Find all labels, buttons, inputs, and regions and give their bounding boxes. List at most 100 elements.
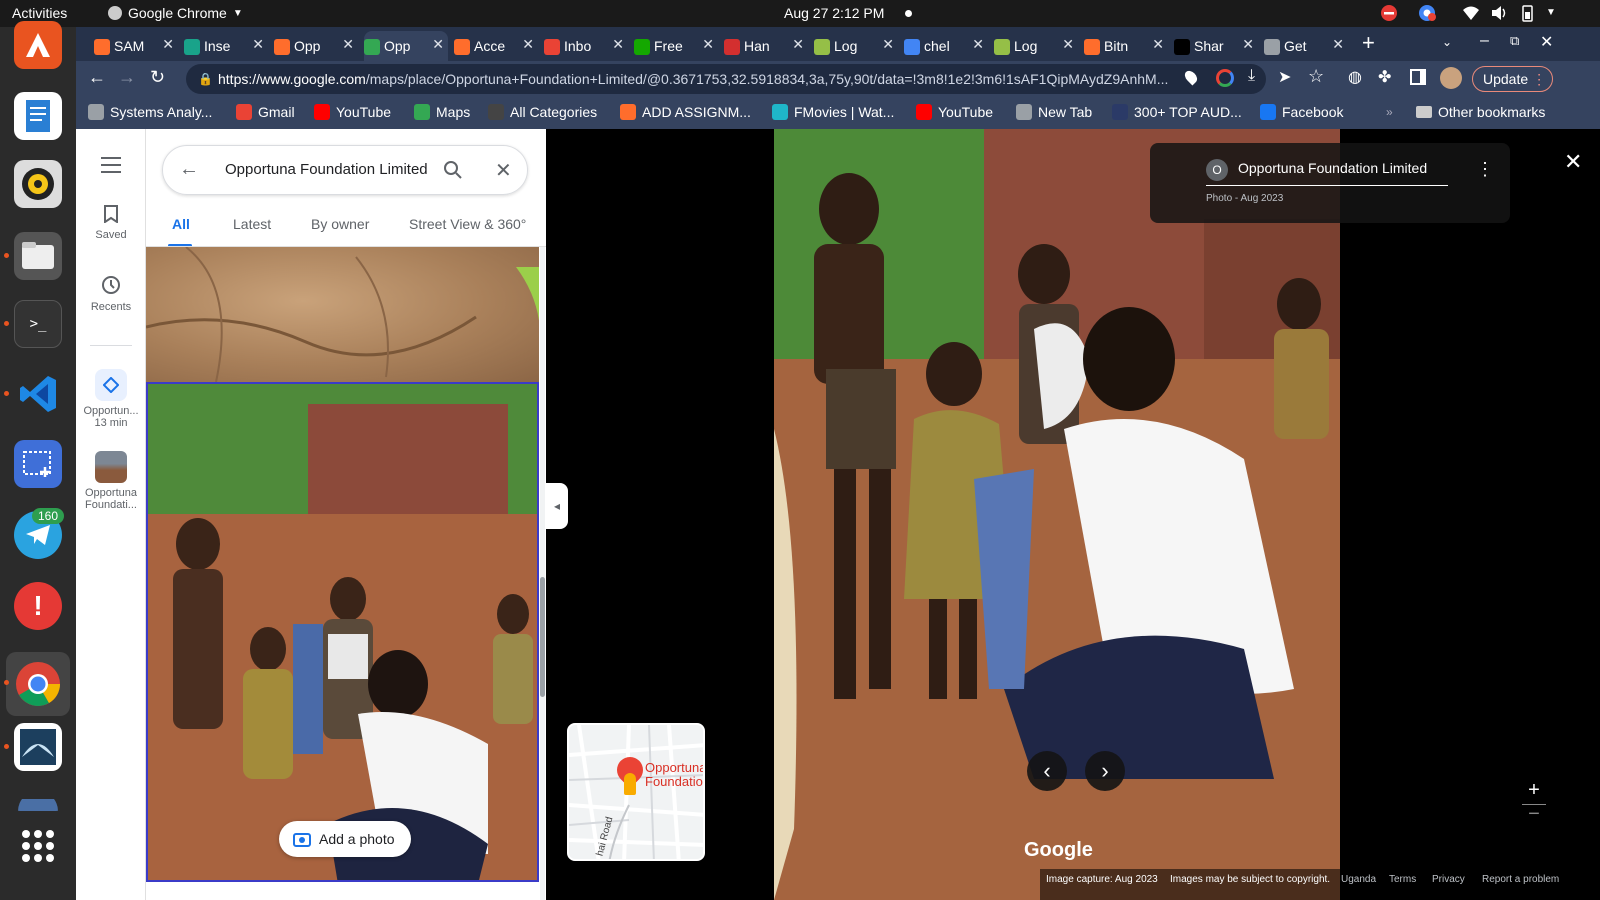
clock[interactable]: Aug 27 2:12 PM <box>784 5 884 21</box>
new-tab-plus-icon[interactable]: + <box>1362 30 1375 56</box>
next-photo-button[interactable]: › <box>1085 751 1125 791</box>
volume-icon[interactable] <box>1490 4 1508 22</box>
close-viewer-icon[interactable]: ✕ <box>1564 149 1582 175</box>
close-tab-icon[interactable]: ✕ <box>792 36 804 53</box>
minimap[interactable]: Opportuna Foundatio hai Road <box>567 723 705 861</box>
back-arrow-icon[interactable]: ← <box>88 67 106 88</box>
forward-arrow-icon[interactable]: → <box>118 67 136 88</box>
recent-place-1[interactable]: Opportun... 13 min <box>76 369 146 429</box>
do-not-disturb-icon[interactable] <box>1380 4 1398 22</box>
bookmark-item[interactable]: FMovies | Wat... <box>772 104 894 120</box>
browser-tab[interactable]: Bitn ✕ <box>1084 31 1168 61</box>
zoom-out-icon[interactable]: − <box>1522 804 1546 824</box>
vscode-icon[interactable] <box>14 370 62 418</box>
browser-tab[interactable]: Opp ✕ <box>364 31 448 61</box>
previous-photo-button[interactable]: ‹ <box>1027 751 1067 791</box>
footer-link-uganda[interactable]: Uganda <box>1341 874 1376 885</box>
menu-hamburger-icon[interactable] <box>101 157 121 173</box>
close-tab-icon[interactable]: ✕ <box>522 36 534 53</box>
browser-tab[interactable]: Inbo ✕ <box>544 31 628 61</box>
browser-tab[interactable]: Log ✕ <box>994 31 1078 61</box>
install-app-icon[interactable]: ⤓ <box>1248 67 1255 85</box>
browser-tab[interactable]: Free ✕ <box>634 31 718 61</box>
gimp-icon[interactable] <box>14 723 62 771</box>
alert-app-icon[interactable]: ! <box>14 582 62 630</box>
tab-latest[interactable]: Latest <box>233 216 271 232</box>
browser-tab[interactable]: Acce ✕ <box>454 31 538 61</box>
minimize-icon[interactable]: – <box>1480 32 1489 50</box>
browser-tab[interactable]: Shar ✕ <box>1174 31 1258 61</box>
close-tab-icon[interactable]: ✕ <box>1242 36 1254 53</box>
show-applications-icon[interactable] <box>14 822 62 870</box>
photo-thumbnail-selected[interactable]: Add a photo <box>146 382 539 882</box>
tab-street-view[interactable]: Street View & 360° <box>409 216 526 232</box>
other-bookmarks[interactable]: Other bookmarks <box>1416 104 1545 120</box>
scrollbar-thumb[interactable] <box>540 577 545 697</box>
software-center-icon[interactable] <box>14 21 62 69</box>
bookmark-item[interactable]: Gmail <box>236 104 295 120</box>
browser-tab[interactable]: Get ✕ <box>1264 31 1348 61</box>
footer-link-terms[interactable]: Terms <box>1389 874 1416 885</box>
app-menu[interactable]: Google Chrome ▼ <box>108 5 243 21</box>
address-bar[interactable]: 🔒 https://www.google.com/maps/place/Oppo… <box>186 64 1266 94</box>
close-tab-icon[interactable]: ✕ <box>1332 36 1344 53</box>
side-panel-icon[interactable] <box>1410 69 1426 85</box>
place-title[interactable]: Opportuna Foundation Limited <box>1238 160 1427 176</box>
bookmark-item[interactable]: All Categories <box>488 104 597 120</box>
zoom-in-icon[interactable]: + <box>1522 779 1546 802</box>
tab-all[interactable]: All <box>172 216 190 232</box>
search-icon[interactable] <box>443 160 463 180</box>
bookmark-item[interactable]: Systems Analy... <box>88 104 212 120</box>
system-menu-chevron-icon[interactable]: ▼ <box>1546 7 1564 25</box>
bookmark-item[interactable]: 300+ TOP AUD... <box>1112 104 1242 120</box>
bookmark-item[interactable]: Facebook <box>1260 104 1343 120</box>
close-tab-icon[interactable]: ✕ <box>1062 36 1074 53</box>
maximize-icon[interactable]: ⧉ <box>1510 33 1519 49</box>
bookmark-item[interactable]: ADD ASSIGNM... <box>620 104 751 120</box>
reload-icon[interactable]: ↻ <box>150 67 165 88</box>
share-icon[interactable]: ➤ <box>1278 67 1291 87</box>
text-editor-icon[interactable] <box>14 92 62 140</box>
search-input[interactable]: Opportuna Foundation Limited <box>225 161 428 178</box>
close-window-icon[interactable]: ✕ <box>1540 32 1553 52</box>
search-box[interactable]: ← Opportuna Foundation Limited ✕ <box>162 145 528 195</box>
partial-app-icon[interactable] <box>14 799 62 811</box>
browser-tab[interactable]: chel ✕ <box>904 31 988 61</box>
bookmark-item[interactable]: YouTube <box>916 104 993 120</box>
screenshot-icon[interactable] <box>14 440 62 488</box>
activities-button[interactable]: Activities <box>12 5 67 21</box>
saved-button[interactable]: Saved <box>76 205 146 241</box>
browser-tab[interactable]: Han ✕ <box>724 31 808 61</box>
google-lens-icon[interactable] <box>1216 69 1234 87</box>
chrome-icon[interactable] <box>6 652 70 716</box>
close-tab-icon[interactable]: ✕ <box>342 36 354 53</box>
bookmark-item[interactable]: YouTube <box>314 104 391 120</box>
browser-tab[interactable]: Opp ✕ <box>274 31 358 61</box>
more-options-icon[interactable]: ⋮ <box>1476 159 1494 180</box>
browser-tab[interactable]: Inse ✕ <box>184 31 268 61</box>
close-tab-icon[interactable]: ✕ <box>162 36 174 53</box>
add-photo-button[interactable]: Add a photo <box>279 821 411 857</box>
extensions-puzzle-icon[interactable]: ✤ <box>1378 67 1391 87</box>
bookmark-item[interactable]: New Tab <box>1016 104 1092 120</box>
footer-link-privacy[interactable]: Privacy <box>1432 874 1465 885</box>
collapse-panel-button[interactable]: ◂ <box>546 483 568 529</box>
chrome-tray-icon[interactable] <box>1418 4 1436 22</box>
close-tab-icon[interactable]: ✕ <box>612 36 624 53</box>
recents-button[interactable]: Recents <box>76 275 146 313</box>
close-tab-icon[interactable]: ✕ <box>882 36 894 53</box>
browser-tab[interactable]: Log ✕ <box>814 31 898 61</box>
tab-by-owner[interactable]: By owner <box>311 216 369 232</box>
extension-globe-icon[interactable]: ◍ <box>1348 67 1362 87</box>
battery-icon[interactable] <box>1518 4 1536 22</box>
close-tab-icon[interactable]: ✕ <box>972 36 984 53</box>
profile-avatar[interactable] <box>1440 67 1462 89</box>
tab-search-chevron-icon[interactable]: ⌄ <box>1442 35 1452 49</box>
files-icon[interactable] <box>14 232 62 280</box>
close-tab-icon[interactable]: ✕ <box>702 36 714 53</box>
clear-search-icon[interactable]: ✕ <box>495 158 512 183</box>
bookmark-star-icon[interactable]: ☆ <box>1308 66 1324 87</box>
close-tab-icon[interactable]: ✕ <box>432 36 444 53</box>
wifi-icon[interactable] <box>1462 4 1480 22</box>
terminal-icon[interactable]: >_ <box>14 300 62 348</box>
